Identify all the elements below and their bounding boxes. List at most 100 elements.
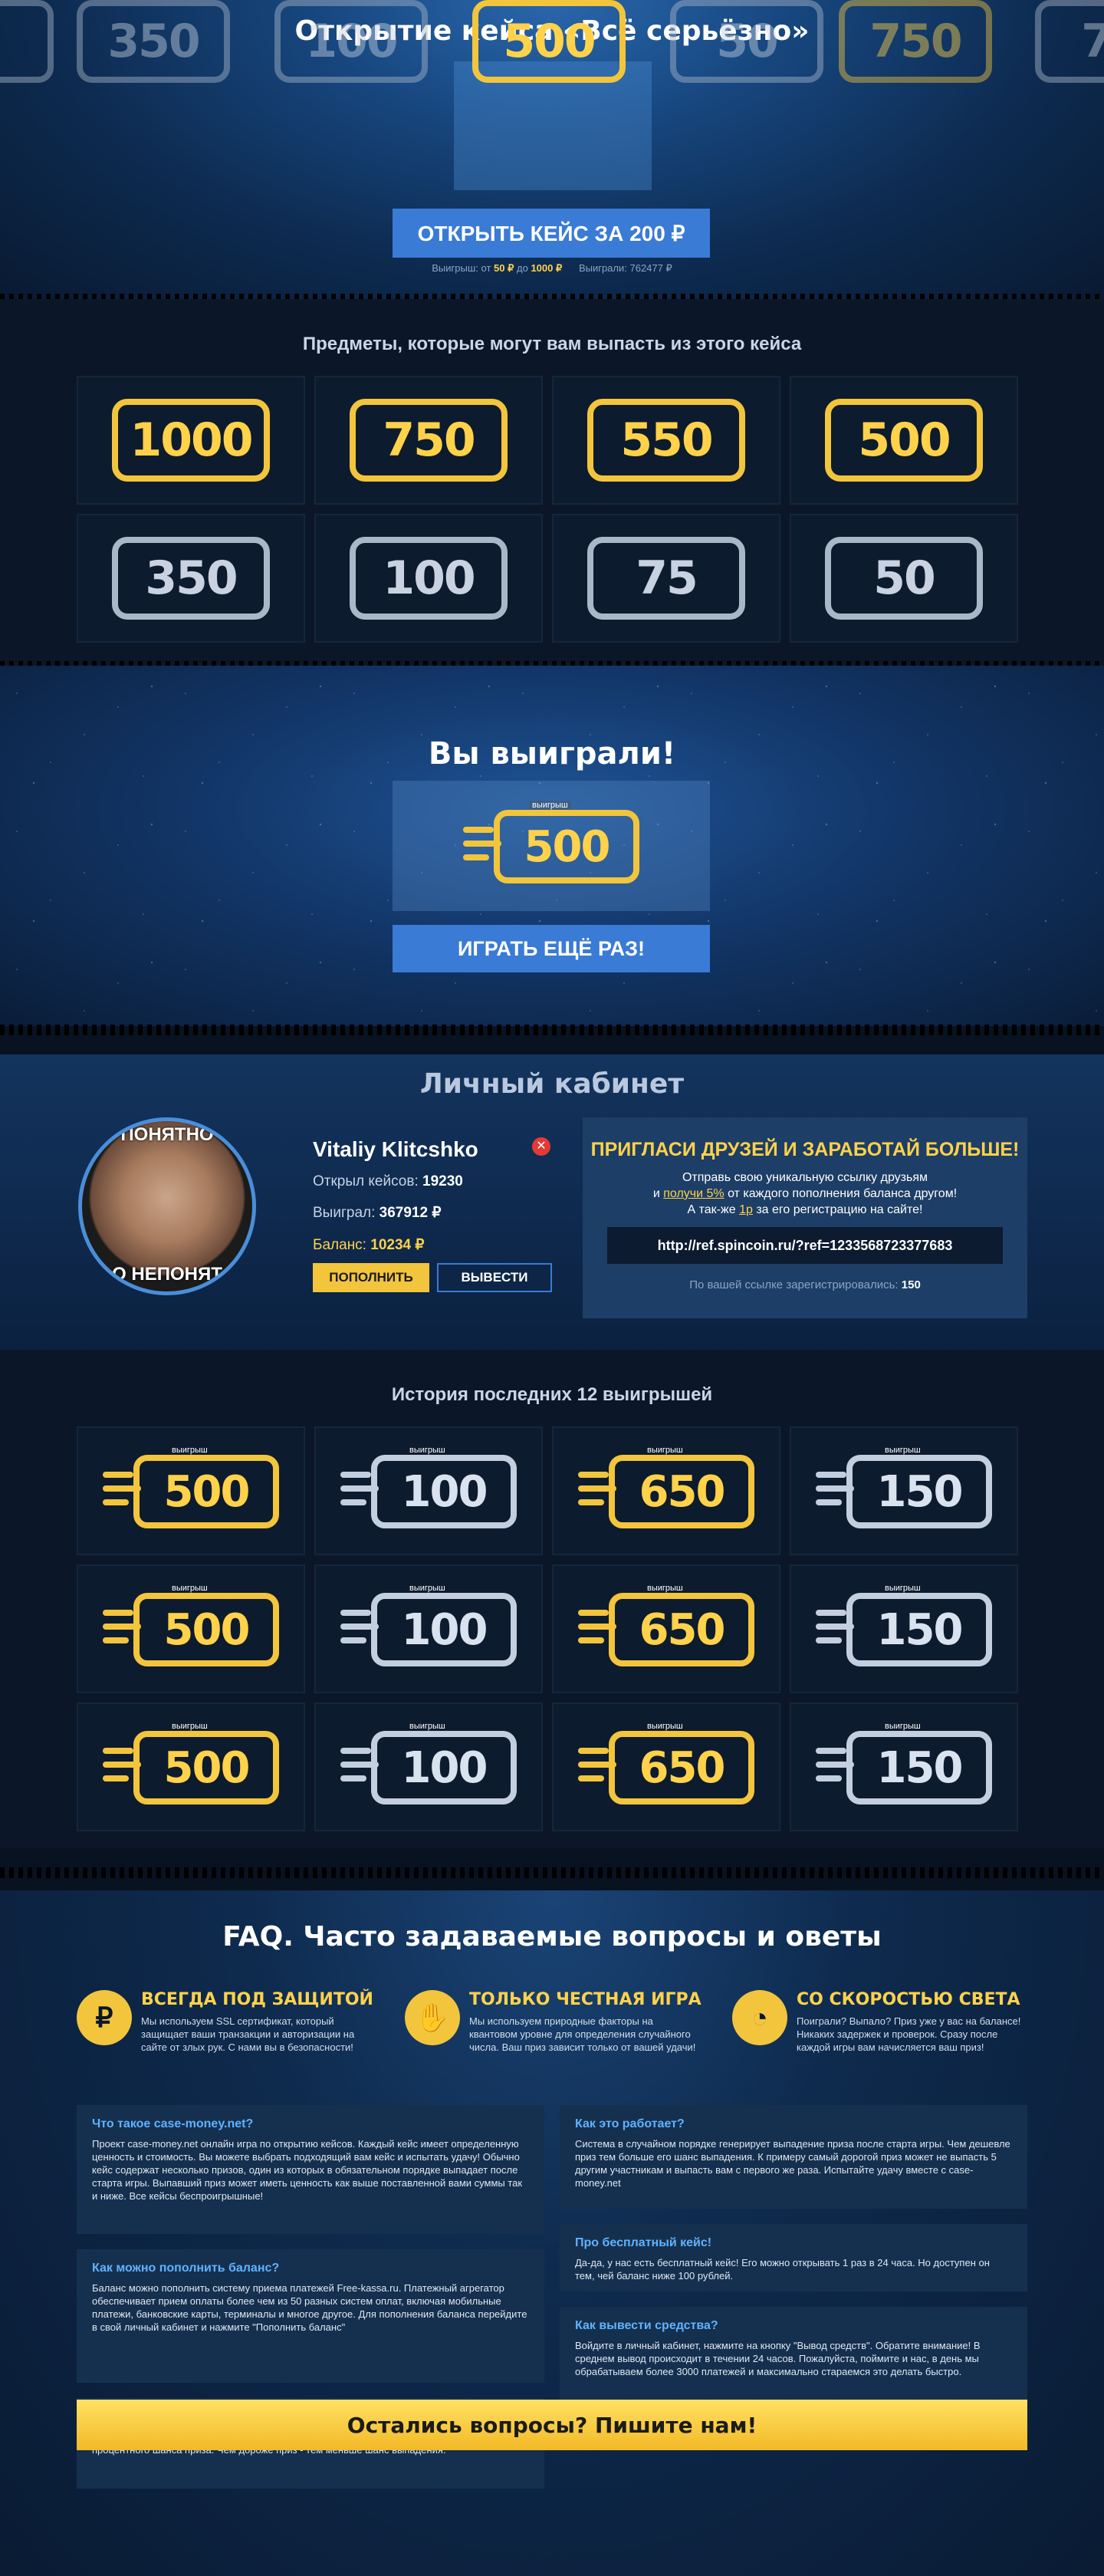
history-title: История последних 12 выигрышей <box>391 1384 713 1405</box>
referral-link[interactable]: http://ref.spincoin.ru/?ref=123356872337… <box>607 1227 1003 1264</box>
history-item: 500 выигрыш <box>77 1426 305 1555</box>
history-label: выигрыш <box>169 1584 211 1593</box>
user-name: Vitaliy Klitcshko <box>313 1137 478 1161</box>
win-badge: 150 выигрыш <box>816 1722 992 1809</box>
item-value: 550 <box>587 399 745 482</box>
faq-answer: Да-да, у нас есть бесплатный кейс! Его м… <box>575 2257 990 2282</box>
case-open-section: Открытие кейса «Всё серьёзно» 0350100500… <box>0 0 1104 299</box>
history-value: 500 <box>133 1731 279 1805</box>
faq-question[interactable]: Как можно пополнить баланс? <box>92 2262 529 2275</box>
history-value: 150 <box>846 1731 992 1805</box>
reel-coin: 0 <box>0 0 54 83</box>
play-again-button[interactable]: ИГРАТЬ ЕЩЁ РАЗ! <box>393 925 710 972</box>
history-item: 650 выигрыш <box>552 1426 780 1555</box>
faq-question[interactable]: Про бесплатный кейс! <box>575 2236 1012 2250</box>
reel-coin: 750 <box>839 0 992 83</box>
reel-coin: 100 <box>274 0 428 83</box>
win-history-section: История последних 12 выигрышей 500 выигры… <box>0 1350 1104 1848</box>
logout-icon[interactable]: ✕ <box>532 1137 550 1156</box>
case-item: 750 <box>314 376 543 505</box>
faq-question[interactable]: Что такое case-money.net? <box>92 2117 529 2131</box>
history-label: выигрыш <box>644 1446 686 1455</box>
win-badge: 650 выигрыш <box>578 1446 754 1533</box>
faq-question[interactable]: Как это работает? <box>575 2117 1012 2131</box>
avatar: ПОНЯТНО О НЕПОНЯТ <box>78 1117 256 1295</box>
feature-text: Мы используем SSL сертификат, который за… <box>141 2015 355 2053</box>
history-label: выигрыш <box>882 1446 924 1455</box>
feature-block: ₽ ВСЕГДА ПОД ЗАЩИТОЙ Мы используем SSL сер… <box>77 1990 383 2067</box>
contact-us-button[interactable]: Остались вопросы? Пишите нам! <box>77 2400 1027 2450</box>
feature-block: ✋ ТОЛЬКО ЧЕСТНАЯ ИГРА Мы используем природ… <box>405 1990 711 2067</box>
history-item: 100 выигрыш <box>314 1703 543 1831</box>
feature-title: СО СКОРОСТЬЮ СВЕТА <box>797 1990 1020 2009</box>
case-items-section: Предметы, которые могут вам выпасть из э… <box>0 299 1104 667</box>
win-badge: 100 выигрыш <box>340 1446 517 1533</box>
referral-text: Отправь свою уникальную ссылку друзьям и… <box>652 1171 958 1216</box>
case-item: 550 <box>552 376 780 505</box>
divider <box>0 1025 1104 1035</box>
item-value: 1000 <box>112 399 270 482</box>
feature-text: Мы используем природные факторы на квант… <box>469 2015 696 2053</box>
referral-title: ПРИГЛАСИ ДРУЗЕЙ И ЗАРАБОТАЙ БОЛЬШЕ! <box>590 1139 1020 1160</box>
topup-button[interactable]: ПОПОЛНИТЬ <box>313 1263 429 1292</box>
faq-item: Как это работает? Система в случайном пор… <box>560 2105 1027 2209</box>
history-value: 100 <box>371 1731 517 1805</box>
feature-title: ТОЛЬКО ЧЕСТНАЯ ИГРА <box>469 1990 702 2009</box>
item-value: 500 <box>825 399 983 482</box>
win-badge: 650 выигрыш <box>578 1722 754 1809</box>
history-item: 500 выигрыш <box>77 1564 305 1693</box>
faq-item: Как вывести средства? Войдите в личный ка… <box>560 2307 1027 2411</box>
open-case-button[interactable]: ОТКРЫТЬ КЕЙС ЗА 200 ₽ <box>393 209 710 258</box>
security-icon: ₽ <box>77 1990 132 2045</box>
history-value: 650 <box>609 1593 754 1666</box>
cabinet-title: Личный кабинет <box>419 1068 685 1100</box>
history-label: выигрыш <box>169 1446 211 1455</box>
history-label: выигрыш <box>406 1446 449 1455</box>
items-title: Предметы, которые могут вам выпасть из э… <box>302 334 802 354</box>
history-value: 150 <box>846 1455 992 1528</box>
history-value: 100 <box>371 1455 517 1528</box>
history-item: 650 выигрыш <box>552 1703 780 1831</box>
referral-count: По вашей ссылке зарегистрировались: 150 <box>689 1278 921 1291</box>
opened-cases: Открыл кейсов: 19230 <box>313 1173 463 1189</box>
history-value: 150 <box>846 1593 992 1666</box>
case-stats: Выигрыш: от 50 ₽ до 1000 ₽ Выиграли: 762… <box>432 262 672 274</box>
win-section: Вы выиграли! 500 выигрыш ИГРАТЬ ЕЩЁ РАЗ! <box>0 666 1104 1026</box>
history-value: 100 <box>371 1593 517 1666</box>
history-value: 500 <box>133 1593 279 1666</box>
item-value: 75 <box>587 537 745 620</box>
faq-item: Что такое case-money.net? Проект case-mon… <box>77 2105 544 2234</box>
faq-item: Про бесплатный кейс! Да-да, у нас есть бе… <box>560 2224 1027 2291</box>
reel-coin: 75 <box>1035 0 1104 83</box>
faq-answer: Система в случайном порядке генерирует в… <box>575 2138 1010 2189</box>
case-item: 100 <box>314 514 543 643</box>
total-won: Выиграл: 367912 ₽ <box>313 1205 442 1221</box>
faq-question[interactable]: Как вывести средства? <box>575 2319 1012 2333</box>
history-label: выигрыш <box>169 1722 211 1731</box>
win-badge: 500 выигрыш <box>463 801 639 888</box>
win-label: выигрыш <box>529 801 571 810</box>
referral-panel: ПРИГЛАСИ ДРУЗЕЙ И ЗАРАБОТАЙ БОЛЬШЕ! Отпр… <box>583 1117 1027 1318</box>
win-value: 500 <box>494 810 639 883</box>
faq-answer: Проект case-money.net онлайн игра по отк… <box>92 2138 523 2202</box>
reel-coin: 50 <box>670 0 823 83</box>
history-value: 650 <box>609 1455 754 1528</box>
item-value: 750 <box>350 399 508 482</box>
handshake-icon: ✋ <box>405 1990 460 2045</box>
faq-section: FAQ. Часто задаваемые вопросы и оветы ₽ В… <box>0 1890 1104 2576</box>
feature-title: ВСЕГДА ПОД ЗАЩИТОЙ <box>141 1990 373 2009</box>
speedometer-icon: ◔ <box>732 1990 787 2045</box>
history-label: выигрыш <box>882 1584 924 1593</box>
faq-title: FAQ. Часто задаваемые вопросы и оветы <box>222 1921 882 1953</box>
withdraw-button[interactable]: ВЫВЕСТИ <box>437 1263 552 1292</box>
history-item: 500 выигрыш <box>77 1703 305 1831</box>
feature-block: ◔ СО СКОРОСТЬЮ СВЕТА Поиграли? Выпало? При… <box>732 1990 1039 2067</box>
history-item: 150 выигрыш <box>790 1564 1018 1693</box>
item-value: 100 <box>350 537 508 620</box>
feature-text: Поиграли? Выпало? Приз уже у вас на бала… <box>797 2015 1021 2053</box>
win-prize-box: 500 выигрыш <box>393 781 710 911</box>
faq-answer: Войдите в личный кабинет, нажмите на кно… <box>575 2340 981 2377</box>
item-value: 50 <box>825 537 983 620</box>
history-value: 650 <box>609 1731 754 1805</box>
win-badge: 100 выигрыш <box>340 1584 517 1671</box>
